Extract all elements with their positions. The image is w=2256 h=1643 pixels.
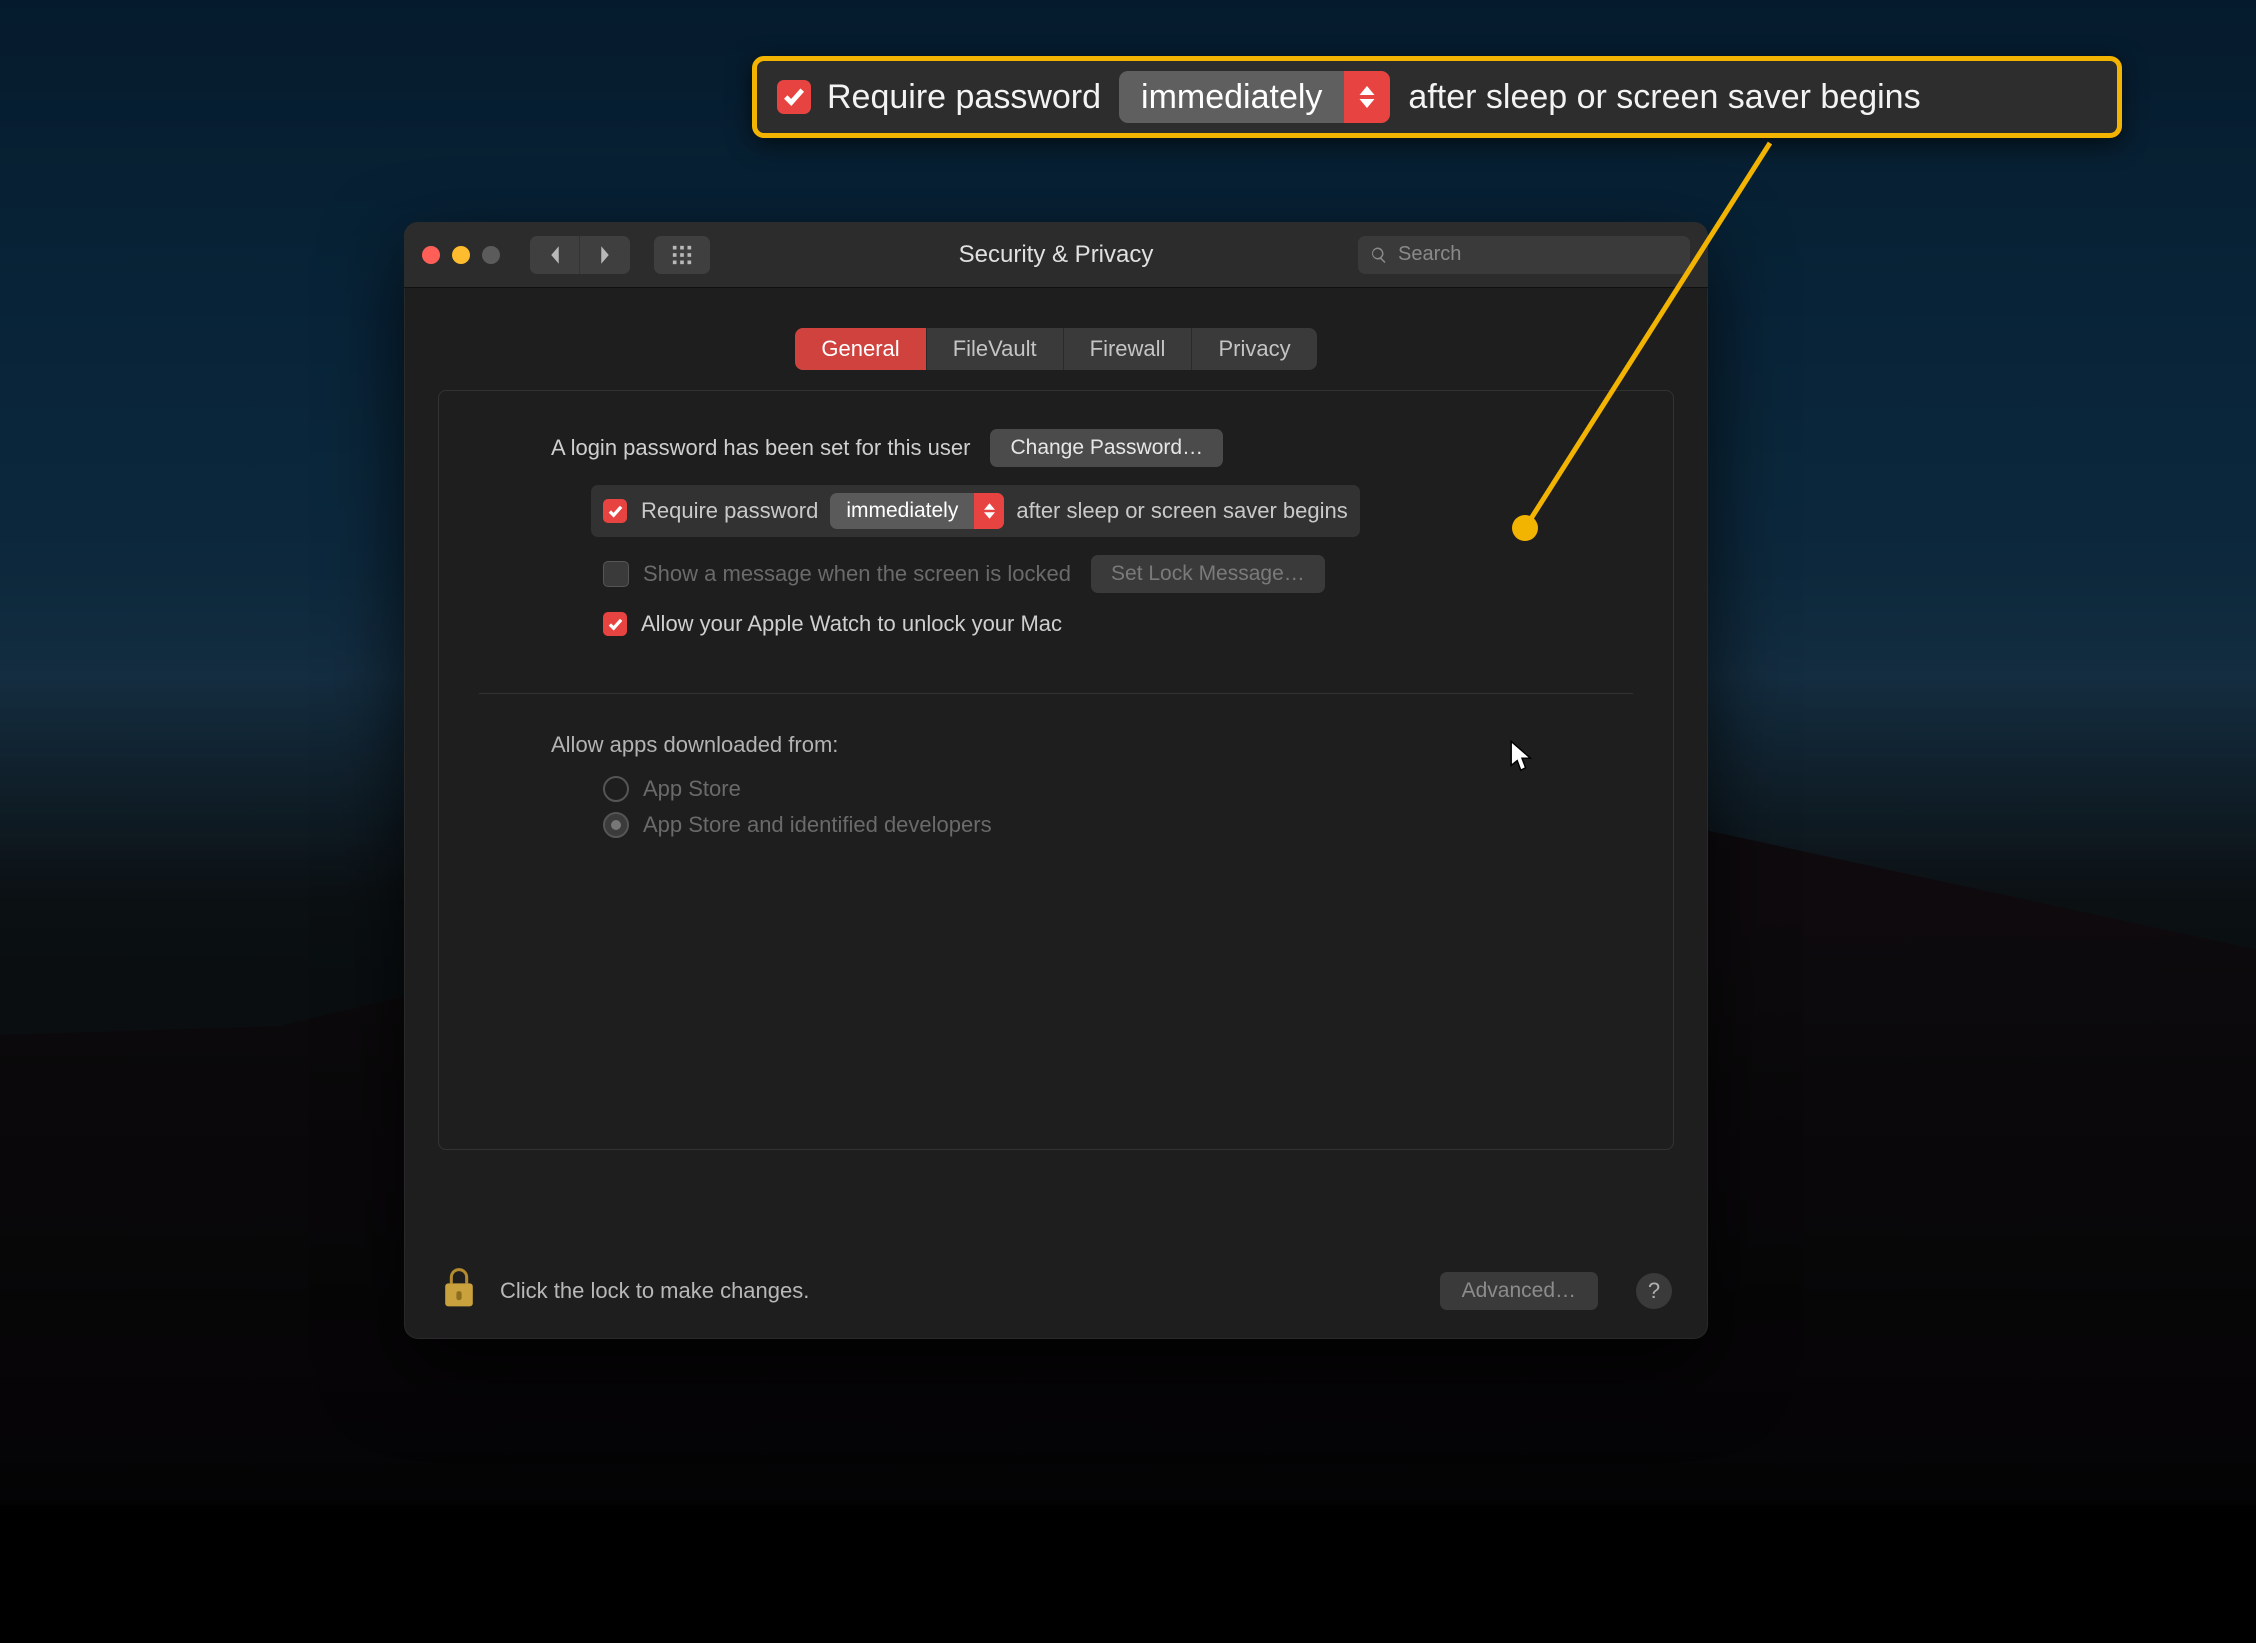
callout-checkbox xyxy=(777,80,811,114)
search-input[interactable] xyxy=(1396,242,1678,267)
chevron-left-icon xyxy=(548,245,562,265)
tab-firewall[interactable]: Firewall xyxy=(1064,328,1193,370)
check-icon xyxy=(608,504,623,519)
stepper-icon xyxy=(1344,71,1390,123)
back-button[interactable] xyxy=(530,236,580,274)
radio-app-store xyxy=(603,776,629,802)
show-message-checkbox[interactable] xyxy=(603,561,629,587)
search-field[interactable] xyxy=(1358,236,1690,274)
check-icon xyxy=(783,86,805,108)
require-password-row: Require password immediately after sleep… xyxy=(591,485,1360,537)
lock-icon xyxy=(440,1265,478,1311)
radio-app-store-label: App Store xyxy=(643,776,741,802)
chevron-right-icon xyxy=(598,245,612,265)
allow-apps-heading-row: Allow apps downloaded from: xyxy=(479,732,1633,758)
lock-button[interactable] xyxy=(440,1265,478,1317)
titlebar: Security & Privacy xyxy=(404,222,1708,288)
tab-privacy[interactable]: Privacy xyxy=(1192,328,1316,370)
radio-identified-row: App Store and identified developers xyxy=(479,812,1633,838)
after-sleep-text: after sleep or screen saver begins xyxy=(1016,498,1347,524)
tab-segment: General FileVault Firewall Privacy xyxy=(795,328,1316,370)
general-panel: A login password has been set for this u… xyxy=(438,390,1674,1150)
grid-icon xyxy=(671,244,693,266)
show-message-row: Show a message when the screen is locked… xyxy=(479,555,1633,593)
radio-identified xyxy=(603,812,629,838)
stepper-icon xyxy=(974,493,1004,529)
lock-message: Click the lock to make changes. xyxy=(500,1278,809,1304)
login-password-row: A login password has been set for this u… xyxy=(479,429,1633,467)
require-password-delay-select[interactable]: immediately xyxy=(830,493,1004,529)
apple-watch-checkbox[interactable] xyxy=(603,612,627,636)
allow-apps-heading: Allow apps downloaded from: xyxy=(551,732,838,758)
change-password-button[interactable]: Change Password… xyxy=(990,429,1223,467)
callout-delay-value: immediately xyxy=(1119,78,1344,117)
radio-identified-label: App Store and identified developers xyxy=(643,812,992,838)
panel-separator xyxy=(479,693,1633,694)
tab-filevault[interactable]: FileVault xyxy=(927,328,1064,370)
tab-general[interactable]: General xyxy=(795,328,926,370)
check-icon xyxy=(608,617,623,632)
mouse-cursor xyxy=(1510,740,1534,774)
show-all-button[interactable] xyxy=(654,236,710,274)
nav-segment xyxy=(530,236,630,274)
radio-app-store-row: App Store xyxy=(479,776,1633,802)
require-password-label: Require password xyxy=(641,498,818,524)
window-footer: Click the lock to make changes. Advanced… xyxy=(404,1243,1708,1339)
require-password-checkbox[interactable] xyxy=(603,499,627,523)
delay-value: immediately xyxy=(830,499,974,523)
minimize-button[interactable] xyxy=(452,246,470,264)
help-button[interactable]: ? xyxy=(1636,1273,1672,1309)
tab-strip: General FileVault Firewall Privacy xyxy=(404,328,1708,370)
advanced-button[interactable]: Advanced… xyxy=(1440,1272,1598,1310)
callout-box: Require password immediately after sleep… xyxy=(752,56,2122,138)
callout-delay-select: immediately xyxy=(1119,71,1390,123)
show-message-label: Show a message when the screen is locked xyxy=(643,561,1071,587)
apple-watch-label: Allow your Apple Watch to unlock your Ma… xyxy=(641,611,1062,637)
forward-button[interactable] xyxy=(580,236,630,274)
apple-watch-row: Allow your Apple Watch to unlock your Ma… xyxy=(479,611,1633,637)
callout-require-label: Require password xyxy=(827,78,1101,117)
callout-after-text: after sleep or screen saver begins xyxy=(1408,78,1920,117)
close-button[interactable] xyxy=(422,246,440,264)
login-password-text: A login password has been set for this u… xyxy=(551,435,970,461)
traffic-lights xyxy=(422,246,500,264)
set-lock-message-button: Set Lock Message… xyxy=(1091,555,1325,593)
search-icon xyxy=(1370,246,1388,264)
security-privacy-window: Security & Privacy General FileVault Fir… xyxy=(404,222,1708,1339)
zoom-button[interactable] xyxy=(482,246,500,264)
